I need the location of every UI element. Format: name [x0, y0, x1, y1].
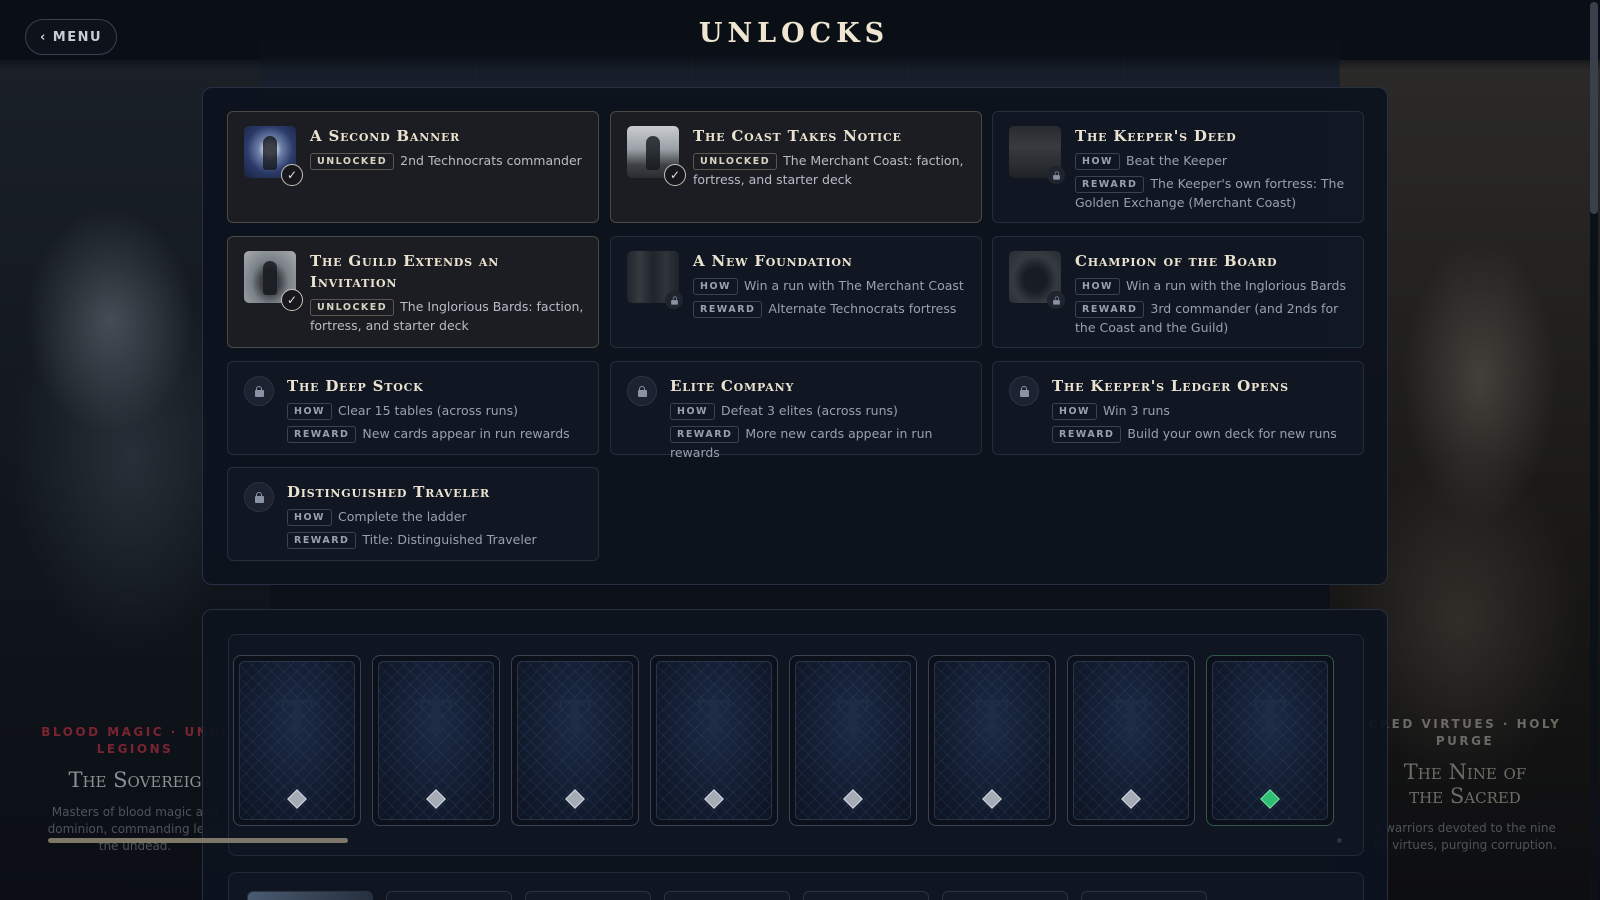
- deck-card-selected[interactable]: T: [1206, 655, 1334, 826]
- deck-card[interactable]: T: [650, 655, 778, 826]
- unlocked-tag: UNLOCKED: [310, 299, 395, 316]
- unlock-how: Win a run with the Inglorious Bards: [1126, 278, 1346, 293]
- lock-icon: [665, 291, 683, 309]
- unlocked-tag: UNLOCKED: [310, 153, 395, 170]
- deck-card[interactable]: T: [789, 655, 917, 826]
- reward-tag: REWARD: [1075, 301, 1145, 318]
- deck-card[interactable]: [664, 891, 790, 900]
- deck-card[interactable]: [247, 891, 373, 900]
- check-icon: ✓: [281, 164, 303, 186]
- unlock-title: A Second Banner: [310, 127, 461, 145]
- unlock-card-the-keepers-deed[interactable]: The Keeper's Deed HOW Beat the Keeper REW…: [992, 111, 1364, 223]
- unlock-card-the-coast-takes-notice[interactable]: ✓ The Coast Takes Notice UNLOCKED The Mer…: [610, 111, 982, 223]
- how-tag: HOW: [1075, 278, 1121, 295]
- unlock-card-the-deep-stock[interactable]: The Deep Stock HOW Clear 15 tables (acros…: [227, 361, 599, 455]
- unlock-card-the-guild-extends-an-invitation[interactable]: ✓ The Guild Extends an Invitation UNLOCK…: [227, 236, 599, 348]
- unlock-how: Defeat 3 elites (across runs): [721, 403, 898, 418]
- unlock-title: Elite Company: [670, 377, 795, 395]
- page-title: UNLOCKS: [698, 18, 890, 49]
- unlocks-panel: ✓ A Second Banner UNLOCKED 2nd Technocrat…: [202, 87, 1388, 585]
- deck-card[interactable]: T: [928, 655, 1056, 826]
- deck-letter: T: [1114, 692, 1148, 743]
- deck-letter: T: [836, 692, 870, 743]
- unlock-reward: Alternate Technocrats fortress: [768, 301, 957, 316]
- unlock-description: 2nd Technocrats commander: [400, 153, 582, 168]
- unlock-title: The Coast Takes Notice: [693, 127, 902, 145]
- lock-icon: [1047, 166, 1065, 184]
- unlock-card-champion-of-the-board[interactable]: Champion of the Board HOW Win a run with …: [992, 236, 1364, 348]
- unlock-card-a-new-foundation[interactable]: A New Foundation HOW Win a run with The M…: [610, 236, 982, 348]
- deck-carousel: T T T T T T T T: [228, 634, 1364, 856]
- unlock-reward: Build your own deck for new runs: [1127, 426, 1337, 441]
- deck-card[interactable]: [942, 891, 1068, 900]
- lock-icon: [244, 376, 274, 406]
- unlock-title: The Keeper's Ledger Opens: [1052, 377, 1289, 395]
- unlock-card-elite-company[interactable]: Elite Company HOW Defeat 3 elites (across…: [610, 361, 982, 460]
- deck-card[interactable]: T: [233, 655, 361, 826]
- unlock-how: Win a run with The Merchant Coast: [744, 278, 964, 293]
- faction-tagline: CRED VIRTUES · HOLY PURGE: [1368, 717, 1562, 748]
- how-tag: HOW: [287, 509, 333, 526]
- carousel-scrollbar-thumb[interactable]: [48, 838, 348, 843]
- deck-letter: T: [975, 692, 1009, 743]
- unlock-how: Clear 15 tables (across runs): [338, 403, 518, 418]
- unlock-title: The Keeper's Deed: [1075, 127, 1237, 145]
- how-tag: HOW: [693, 278, 739, 295]
- deck-letter: T: [1253, 692, 1287, 743]
- carousel-scroll-right[interactable]: [1337, 838, 1342, 843]
- check-icon: ✓: [664, 164, 686, 186]
- deck-card[interactable]: [386, 891, 512, 900]
- unlock-card-distinguished-traveler[interactable]: Distinguished Traveler HOW Complete the l…: [227, 467, 599, 561]
- unlock-reward: Title: Distinguished Traveler: [362, 532, 537, 547]
- unlock-reward: New cards appear in run rewards: [362, 426, 570, 441]
- deck-card[interactable]: T: [511, 655, 639, 826]
- reward-tag: REWARD: [670, 426, 740, 443]
- deck-letter: T: [280, 692, 314, 743]
- deck-letter: T: [697, 692, 731, 743]
- reward-tag: REWARD: [693, 301, 763, 318]
- faction-name: The Nine of the Sacred: [1403, 760, 1527, 808]
- deck-card[interactable]: T: [1067, 655, 1195, 826]
- unlock-card-the-keepers-ledger-opens[interactable]: The Keeper's Ledger Opens HOW Win 3 runs …: [992, 361, 1364, 455]
- reward-tag: REWARD: [1052, 426, 1122, 443]
- deck-card[interactable]: T: [372, 655, 500, 826]
- second-deck-row: [228, 872, 1364, 900]
- unlocked-tag: UNLOCKED: [693, 153, 778, 170]
- unlock-how: Win 3 runs: [1103, 403, 1170, 418]
- unlock-title: A New Foundation: [693, 252, 853, 270]
- unlock-title: Distinguished Traveler: [287, 483, 490, 501]
- reward-tag: REWARD: [287, 532, 357, 549]
- deck-card[interactable]: [525, 891, 651, 900]
- unlock-title: The Deep Stock: [287, 377, 424, 395]
- how-tag: HOW: [670, 403, 716, 420]
- unlock-how: Complete the ladder: [338, 509, 467, 524]
- how-tag: HOW: [1075, 153, 1121, 170]
- faction-sacred-info: CRED VIRTUES · HOLY PURGE The Nine of the …: [1365, 716, 1565, 854]
- unlock-title: The Guild Extends an Invitation: [310, 252, 500, 291]
- unlock-card-a-second-banner[interactable]: ✓ A Second Banner UNLOCKED 2nd Technocrat…: [227, 111, 599, 223]
- deck-card[interactable]: [803, 891, 929, 900]
- lock-icon: [627, 376, 657, 406]
- deck-panel: T T T T T T T T: [202, 609, 1388, 900]
- lock-icon: [1047, 291, 1065, 309]
- unlock-title: Champion of the Board: [1075, 252, 1278, 270]
- reward-tag: REWARD: [1075, 176, 1145, 193]
- reward-tag: REWARD: [287, 426, 357, 443]
- deck-letter: T: [558, 692, 592, 743]
- check-icon: ✓: [281, 289, 303, 311]
- lock-icon: [1009, 376, 1039, 406]
- faction-description: y warriors devoted to the nine ed virtues…: [1373, 821, 1557, 852]
- how-tag: HOW: [1052, 403, 1098, 420]
- deck-letter: T: [419, 692, 453, 743]
- lock-icon: [244, 482, 274, 512]
- deck-card[interactable]: [1081, 891, 1207, 900]
- page-scrollbar-thumb[interactable]: [1590, 2, 1598, 214]
- how-tag: HOW: [287, 403, 333, 420]
- unlock-how: Beat the Keeper: [1126, 153, 1228, 168]
